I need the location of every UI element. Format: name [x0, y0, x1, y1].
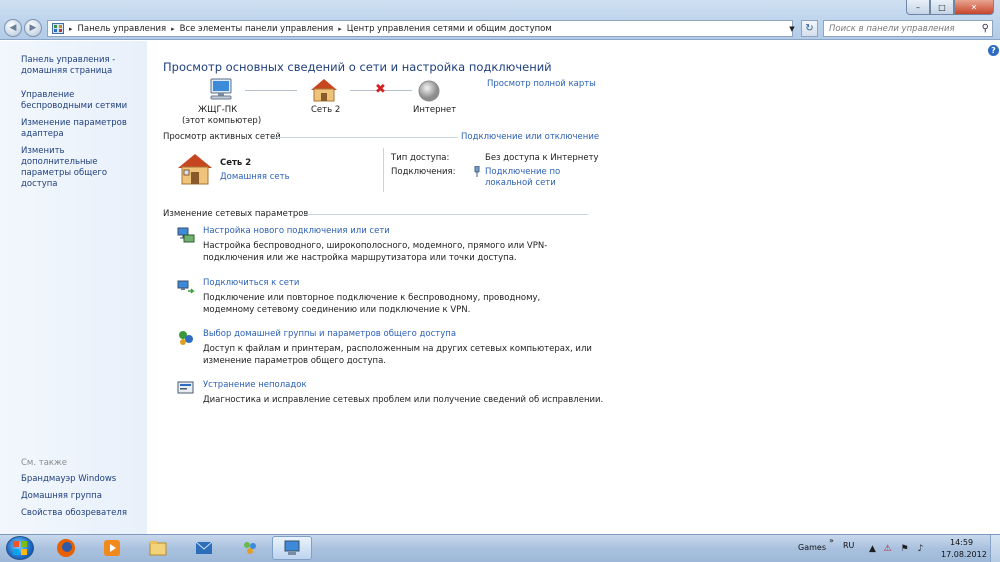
task-homegroup-desc: Доступ к файлам и принтерам, расположенн…	[203, 344, 592, 366]
start-button[interactable]	[6, 536, 34, 560]
forward-arrow-icon: ▶	[29, 23, 37, 33]
see-also-label: См. также	[21, 458, 67, 468]
language-indicator[interactable]: RU	[843, 541, 854, 550]
homegroup-icon	[179, 331, 193, 345]
forward-button[interactable]: ▶	[24, 19, 42, 37]
firefox-icon	[57, 539, 75, 557]
page-title: Просмотр основных сведений о сети и наст…	[163, 60, 552, 74]
explorer-icon	[149, 541, 167, 556]
task-troubleshoot[interactable]: Устранение неполадок	[203, 380, 307, 390]
task-homegroup[interactable]: Выбор домашней группы и параметров общег…	[203, 329, 456, 339]
search-icon[interactable]: ⚲	[982, 23, 989, 34]
close-button[interactable]: ✕	[954, 0, 994, 15]
active-network-name: Сеть 2	[220, 158, 252, 168]
breadcrumb-item[interactable]: Панель управления	[78, 24, 167, 34]
games-toolbar-label[interactable]: Games	[798, 543, 826, 552]
toolbar-expand-icon[interactable]: »	[829, 536, 834, 545]
divider	[383, 148, 384, 192]
lan-plug-icon	[474, 166, 480, 177]
connections-label: Подключения:	[391, 167, 456, 177]
divider	[300, 214, 588, 215]
window-controls: – □ ✕	[906, 0, 994, 15]
media-player-icon	[104, 540, 120, 556]
task-connect-network[interactable]: Подключиться к сети	[203, 278, 299, 288]
back-button[interactable]: ◀	[4, 19, 22, 37]
sidebar-item-adapter[interactable]: Изменение параметров адаптера	[21, 118, 143, 140]
network-center-icon	[284, 540, 300, 555]
address-dropdown-icon[interactable]: ▼	[787, 20, 797, 37]
home-network-large-icon	[178, 154, 212, 185]
task-troubleshoot-desc: Диагностика и исправление сетевых пробле…	[203, 395, 604, 405]
address-bar[interactable]: ▸ Панель управления ▸ Все элементы панел…	[47, 20, 793, 37]
clock-date[interactable]: 17.08.2012	[941, 550, 987, 559]
sidebar-item-wireless[interactable]: Управление беспроводными сетями	[21, 90, 143, 112]
task-new-connection-desc: Настройка беспроводного, широкополосного…	[203, 241, 548, 263]
breadcrumb-item[interactable]: Центр управления сетями и общим доступом	[347, 24, 552, 34]
divider	[272, 137, 458, 138]
map-link-line	[245, 90, 297, 91]
lan-connection-link[interactable]: Подключение по локальной сети	[485, 167, 575, 189]
windows-logo-icon	[13, 541, 27, 555]
people-icon	[244, 542, 256, 554]
mail-icon	[195, 541, 213, 554]
taskbar-people[interactable]	[230, 536, 270, 560]
show-hidden-icons-icon[interactable]: ▲	[867, 543, 878, 554]
search-input[interactable]: Поиск в панели управления ⚲	[823, 20, 993, 37]
connect-disconnect-link[interactable]: Подключение или отключение	[461, 132, 599, 142]
full-map-link[interactable]: Просмотр полной карты	[487, 79, 596, 89]
map-internet-label: Интернет	[413, 105, 457, 115]
change-settings-heading: Изменение сетевых параметров	[163, 209, 309, 219]
active-networks-heading: Просмотр активных сетей	[163, 132, 281, 142]
search-placeholder: Поиск в панели управления	[829, 23, 955, 34]
taskbar-firefox[interactable]	[46, 536, 86, 560]
breadcrumb-chevron-icon: ▸	[338, 24, 342, 33]
taskbar-mail[interactable]	[184, 536, 224, 560]
taskbar-explorer[interactable]	[138, 536, 178, 560]
tray-flag-icon[interactable]: ⚑	[899, 543, 910, 554]
breadcrumb-chevron-icon: ▸	[69, 24, 73, 33]
tray-network-alert-icon[interactable]: ⚠	[882, 543, 893, 554]
internet-globe-icon	[418, 80, 440, 102]
new-connection-icon	[177, 227, 195, 243]
control-panel-icon	[52, 23, 64, 34]
sidebar-item-internet-options[interactable]: Свойства обозревателя	[21, 508, 143, 519]
network-type-link[interactable]: Домашняя сеть	[220, 172, 290, 182]
task-new-connection[interactable]: Настройка нового подключения или сети	[203, 226, 390, 236]
access-type-label: Тип доступа:	[391, 153, 450, 163]
minimize-button[interactable]: –	[906, 0, 930, 15]
sidebar-item-homegroup[interactable]: Домашняя группа	[21, 491, 143, 502]
show-desktop-button[interactable]	[990, 535, 1000, 562]
disconnected-x-icon[interactable]: ✖	[375, 82, 386, 97]
computer-name: ЖЩГ-ПК	[198, 105, 238, 115]
refresh-icon: ↻	[805, 23, 814, 34]
maximize-button[interactable]: □	[930, 0, 954, 15]
taskbar-network-center[interactable]	[272, 536, 312, 560]
clock-time[interactable]: 14:59	[950, 538, 973, 547]
refresh-button[interactable]: ↻	[801, 20, 818, 37]
computer-sub: (этот компьютер)	[182, 116, 262, 126]
home-network-icon	[311, 79, 337, 102]
access-type-value: Без доступа к Интернету	[485, 153, 599, 163]
taskbar-media-player[interactable]	[92, 536, 132, 560]
back-arrow-icon: ◀	[9, 23, 17, 33]
help-icon[interactable]: ?	[988, 45, 999, 56]
sidebar-item-sharing[interactable]: Изменить дополнительные параметры общего…	[21, 146, 143, 190]
task-connect-network-desc: Подключение или повторное подключение к …	[203, 293, 541, 315]
troubleshoot-icon	[177, 381, 194, 394]
breadcrumb-chevron-icon: ▸	[171, 24, 175, 33]
computer-icon	[210, 78, 232, 100]
tray-volume-icon[interactable]: ♪	[915, 543, 926, 554]
sidebar-item-firewall[interactable]: Брандмауэр Windows	[21, 474, 143, 485]
breadcrumb-item[interactable]: Все элементы панели управления	[180, 24, 334, 34]
map-network-name: Сеть 2	[311, 105, 341, 115]
sidebar-item-home[interactable]: Панель управления - домашняя страница	[21, 55, 143, 77]
connect-network-icon	[177, 280, 195, 294]
